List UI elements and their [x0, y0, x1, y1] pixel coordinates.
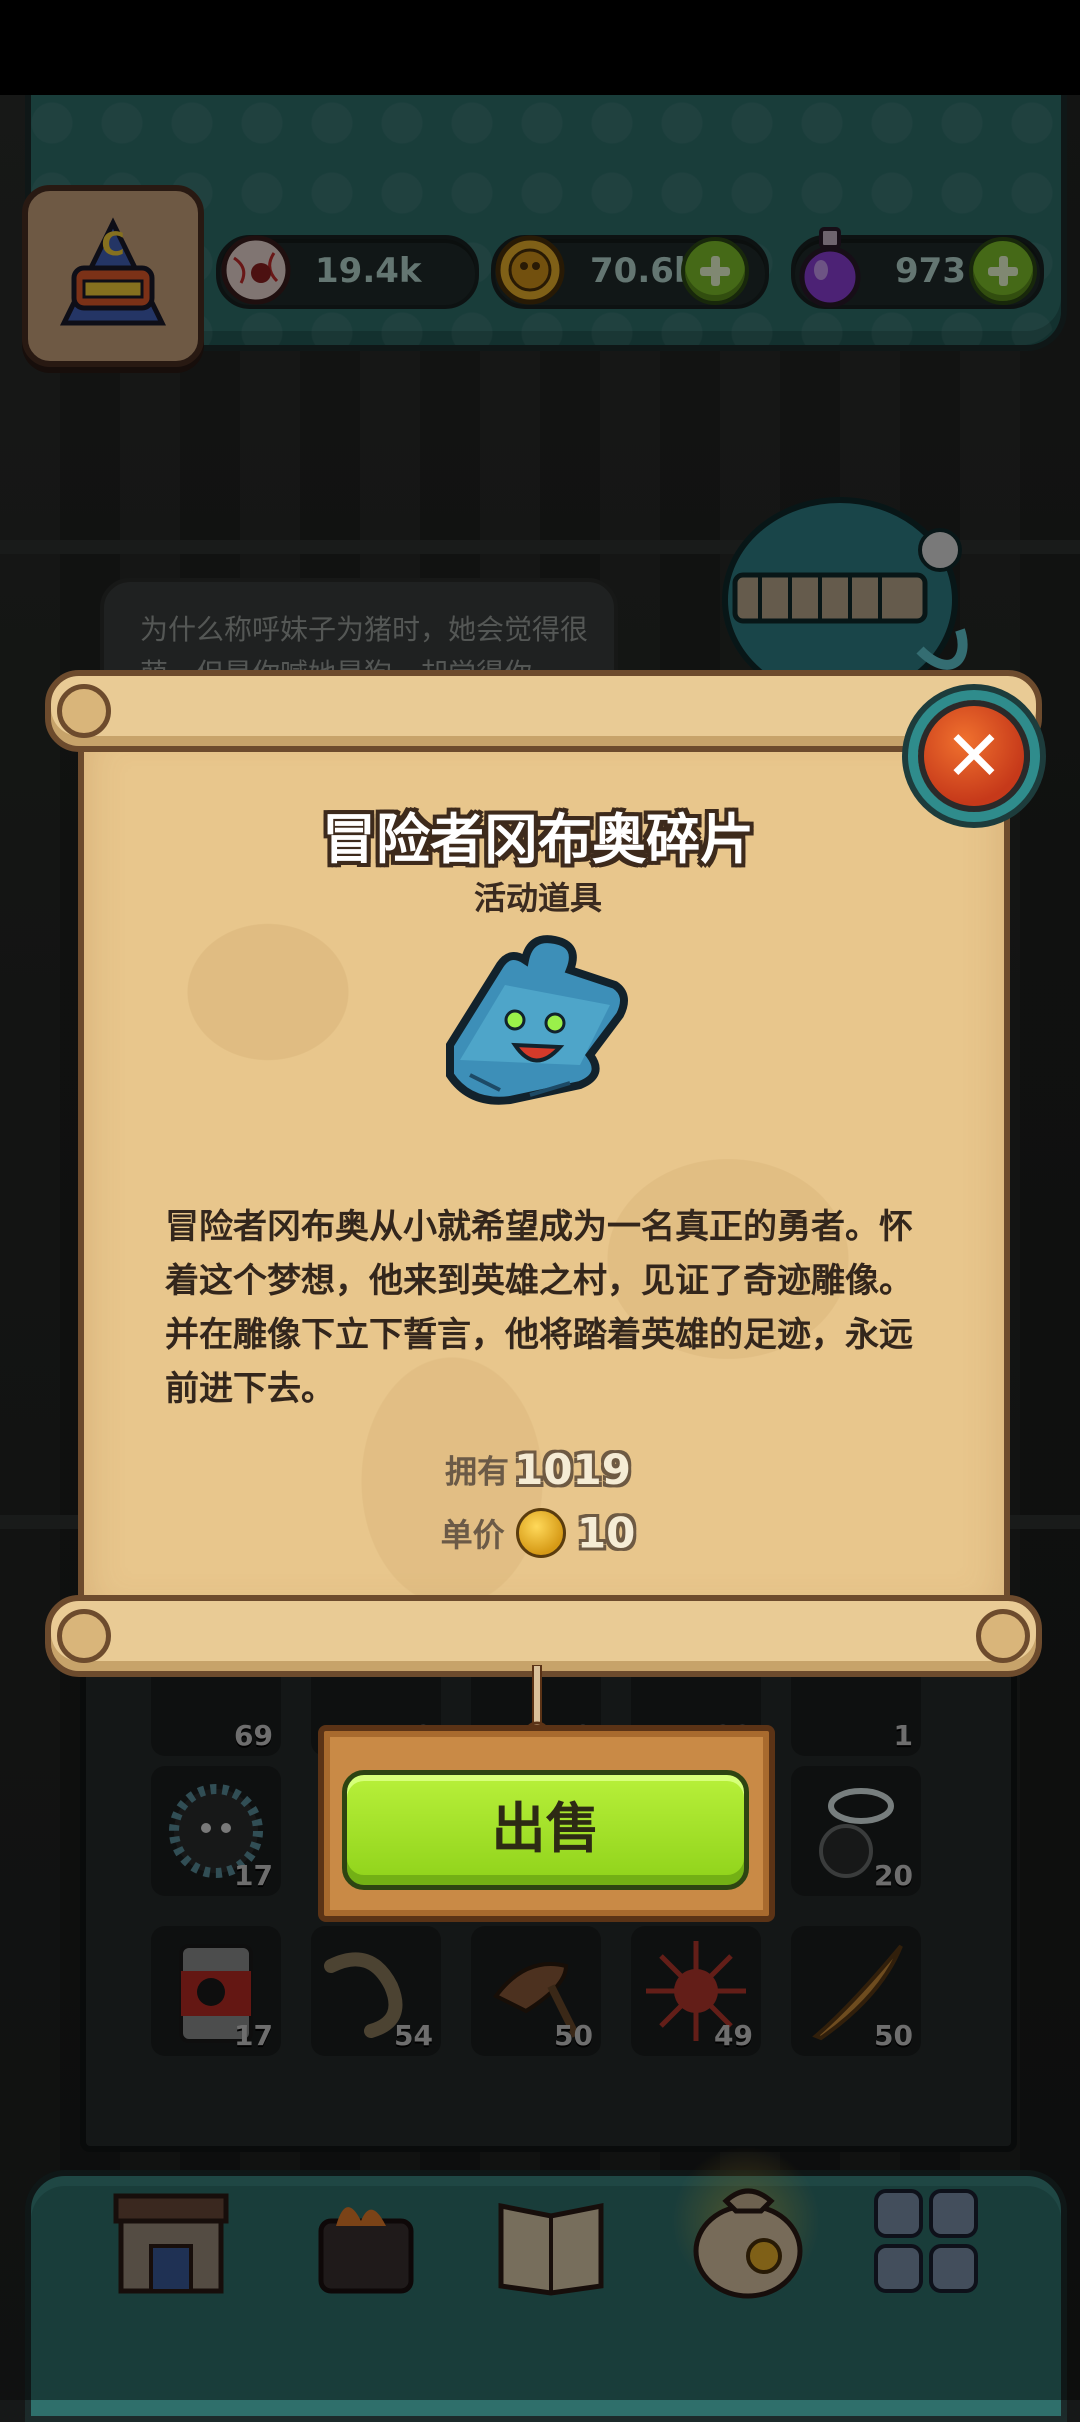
owned-value: 1019	[514, 1445, 631, 1494]
scroll-roll-cap	[57, 684, 111, 738]
item-description: 冒险者冈布奥从小就希望成为一名真正的勇者。怀着这个梦想，他来到英雄之村，见证了奇…	[165, 1207, 913, 1409]
close-icon: ✕	[944, 715, 1004, 797]
coin-icon	[515, 1508, 566, 1558]
owned-label: 拥有	[444, 1452, 509, 1491]
scroll-roll-cap	[57, 1609, 111, 1663]
puzzle-piece-icon	[446, 935, 628, 1105]
scroll-roll-cap	[976, 1609, 1030, 1663]
owned-row: 拥有 1019	[78, 1445, 998, 1494]
item-subtitle: 活动道具	[473, 879, 602, 917]
price-label: 单价	[440, 1516, 505, 1554]
price-value: 10	[576, 1508, 636, 1558]
status-bar	[0, 0, 1080, 95]
sell-button[interactable]: 出售	[342, 1770, 749, 1890]
price-row: 单价 10	[78, 1508, 998, 1558]
sell-button-label: 出售	[491, 1797, 600, 1860]
scroll-top-roll	[45, 670, 1042, 752]
item-title: 冒险者冈布奥碎片	[322, 808, 754, 871]
